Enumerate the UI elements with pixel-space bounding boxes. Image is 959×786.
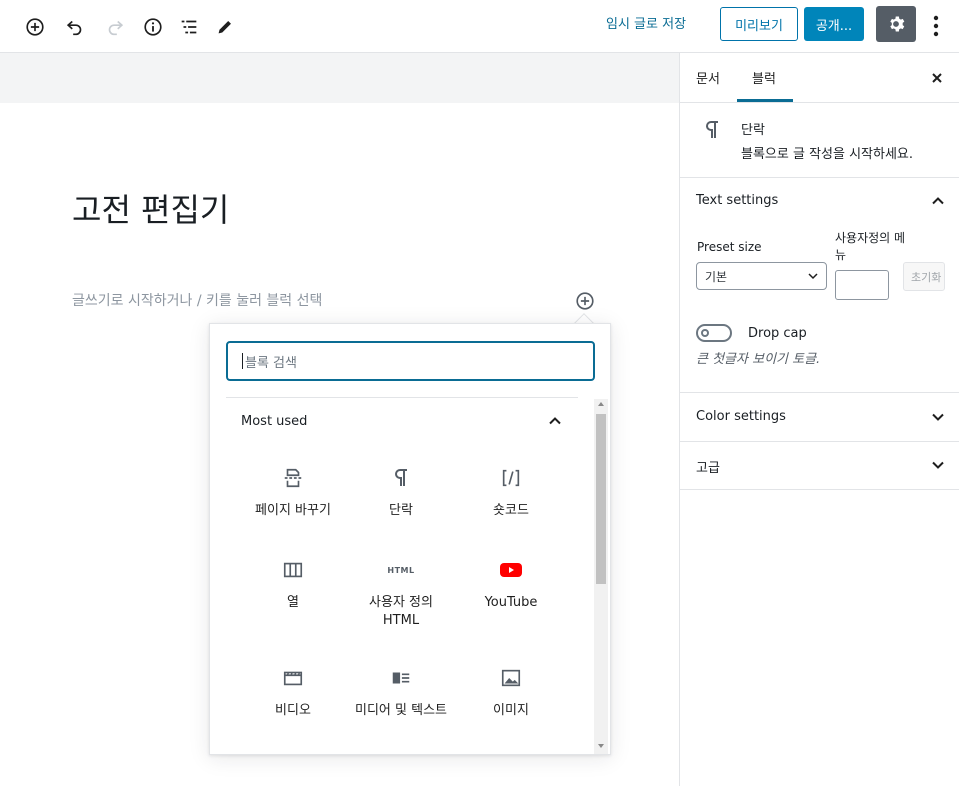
- drop-cap-help: 큰 첫글자 보이기 토글.: [696, 352, 821, 367]
- columns-icon: [238, 556, 348, 584]
- active-tab-indicator: [737, 99, 793, 102]
- scroll-up-arrow-icon[interactable]: [598, 402, 604, 406]
- youtube-icon: [456, 556, 566, 584]
- reset-button[interactable]: 초기화: [903, 262, 945, 291]
- drop-cap-toggle[interactable]: [696, 324, 732, 342]
- redo-icon[interactable]: [99, 11, 131, 43]
- color-settings-panel-toggle[interactable]: Color settings: [680, 394, 959, 442]
- block-youtube[interactable]: YouTube: [456, 556, 566, 612]
- outline-icon[interactable]: [173, 11, 205, 43]
- chevron-up-icon[interactable]: [547, 413, 563, 429]
- inline-add-block-icon[interactable]: [574, 290, 596, 312]
- block-shortcode[interactable]: 숏코드: [456, 464, 566, 520]
- scroll-down-arrow-icon[interactable]: [598, 744, 604, 748]
- most-used-title[interactable]: Most used: [241, 414, 307, 429]
- paragraph-icon: [346, 464, 456, 492]
- block-placeholder[interactable]: 글쓰기로 시작하거나 / 키를 눌러 블럭 선택: [72, 290, 322, 310]
- publish-button[interactable]: 공개...: [804, 7, 864, 41]
- sidebar-tabs: 문서 블럭: [680, 53, 959, 103]
- preset-size-label: Preset size: [697, 240, 762, 254]
- notice-band: [0, 53, 679, 103]
- more-options-button[interactable]: [925, 11, 947, 41]
- block-media-text[interactable]: 미디어 및 텍스트: [346, 664, 456, 720]
- close-icon[interactable]: [928, 69, 946, 87]
- settings-sidebar: 문서 블럭 단락 블록으로 글 작성을 시작하세요. Text settings…: [679, 53, 959, 786]
- image-icon: [456, 664, 566, 692]
- block-paragraph[interactable]: 단락: [346, 464, 456, 520]
- block-card-description: 블록으로 글 작성을 시작하세요.: [741, 147, 914, 162]
- page-break-icon: [238, 464, 348, 492]
- block-page-break[interactable]: 페이지 바꾸기: [238, 464, 348, 520]
- paragraph-icon: [702, 119, 724, 141]
- gear-icon: [890, 16, 905, 32]
- edit-pencil-icon[interactable]: [209, 11, 241, 43]
- custom-size-input[interactable]: [835, 270, 889, 300]
- shortcode-icon: [456, 464, 566, 492]
- info-icon[interactable]: [137, 11, 169, 43]
- block-inserter-popover: 블록 검색 Most used 페이지 바꾸기 단락 숏코드 열 HTML 사용…: [209, 323, 611, 755]
- block-video[interactable]: 비디오: [238, 664, 348, 720]
- block-search-input[interactable]: 블록 검색: [226, 341, 595, 381]
- settings-button[interactable]: [876, 6, 916, 42]
- text-caret: [242, 353, 243, 369]
- search-placeholder: 블록 검색: [245, 355, 297, 371]
- block-card-title: 단락: [741, 123, 765, 138]
- drop-cap-label: Drop cap: [748, 326, 807, 341]
- undo-icon[interactable]: [59, 11, 91, 43]
- block-custom-html[interactable]: HTML 사용자 정의 HTML: [346, 556, 456, 630]
- chevron-down-icon: [930, 409, 946, 425]
- video-icon: [238, 664, 348, 692]
- preset-size-select[interactable]: 기본: [696, 262, 827, 290]
- advanced-panel-toggle[interactable]: 고급: [680, 442, 959, 490]
- chevron-up-icon: [930, 193, 946, 209]
- tab-document[interactable]: 문서: [696, 53, 720, 102]
- html-icon: HTML: [387, 565, 415, 575]
- save-draft-button[interactable]: 임시 글로 저장: [606, 14, 686, 40]
- block-columns[interactable]: 열: [238, 556, 348, 612]
- vertical-ellipsis-icon: [933, 15, 939, 37]
- chevron-down-icon: [806, 269, 820, 283]
- top-toolbar: 임시 글로 저장 미리보기 공개...: [0, 0, 959, 53]
- custom-size-label: 사용자정의 메뉴: [835, 231, 906, 262]
- block-image[interactable]: 이미지: [456, 664, 566, 720]
- scrollbar-thumb[interactable]: [596, 414, 606, 584]
- divider: [226, 397, 578, 398]
- text-settings-panel-toggle[interactable]: Text settings: [680, 178, 959, 226]
- post-title[interactable]: 고전 편집기: [72, 188, 229, 232]
- toggle-knob: [701, 329, 709, 337]
- tab-block[interactable]: 블럭: [752, 53, 776, 102]
- chevron-down-icon: [930, 457, 946, 473]
- preview-button[interactable]: 미리보기: [720, 7, 798, 41]
- add-block-icon[interactable]: [19, 11, 51, 43]
- media-text-icon: [346, 664, 456, 692]
- text-settings-body: Preset size 사용자정의 메뉴 기본 초기화 Drop cap 큰 첫…: [680, 225, 959, 393]
- block-card: 단락 블록으로 글 작성을 시작하세요.: [680, 103, 959, 178]
